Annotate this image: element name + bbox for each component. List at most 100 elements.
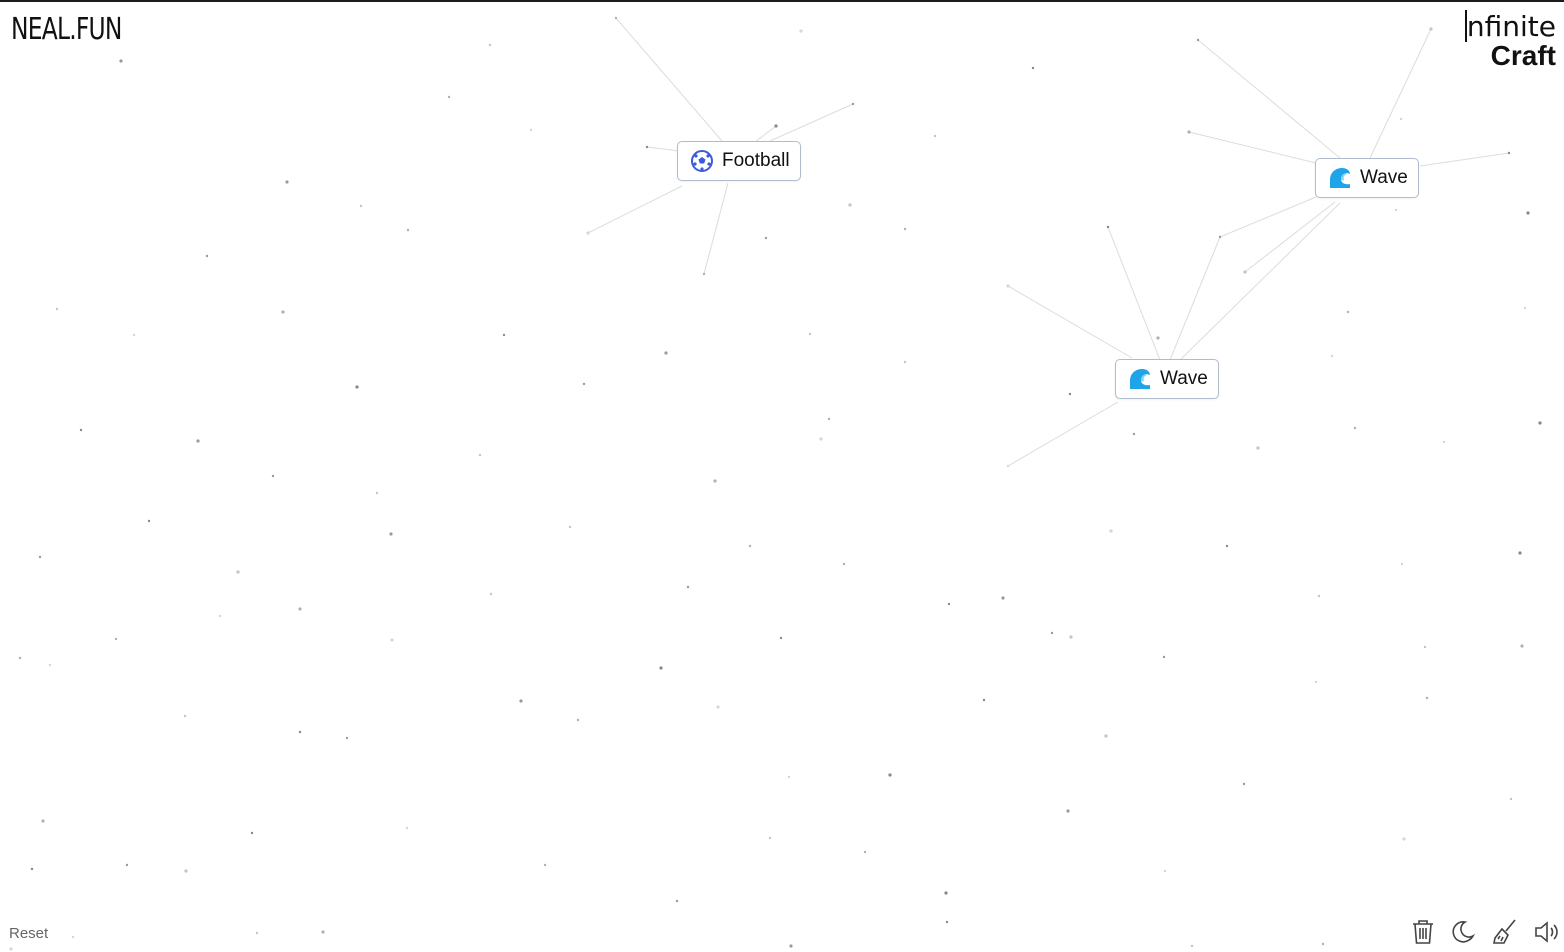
- particle-dot: [819, 437, 823, 441]
- particle-dot: [1429, 27, 1433, 31]
- particle-dot: [1330, 354, 1334, 358]
- particle-dot: [271, 474, 275, 478]
- particle-dot: [768, 836, 772, 840]
- particle-dot: [686, 585, 690, 589]
- particle-dot: [502, 333, 506, 337]
- particle-dot: [1006, 464, 1010, 468]
- particle-dot: [183, 714, 187, 718]
- neal-fun-logo[interactable]: NEAL.FUN: [11, 12, 122, 47]
- particle-dot: [250, 831, 254, 835]
- particle-dot: [1243, 270, 1247, 274]
- infinite-craft-logo: nfinite Craft: [1464, 10, 1556, 71]
- particle-dot: [944, 891, 948, 895]
- craft-item-label: Football: [722, 150, 790, 171]
- particle-dot: [489, 592, 493, 596]
- speaker-icon[interactable]: [1533, 918, 1559, 946]
- particle-dot: [774, 124, 778, 128]
- particle-dot: [1069, 635, 1073, 639]
- particle-dot: [789, 944, 793, 948]
- craft-item-football[interactable]: Football: [677, 141, 801, 181]
- particle-dot: [799, 29, 803, 33]
- particle-dot: [79, 428, 83, 432]
- craft-item-label: Wave: [1360, 167, 1408, 188]
- particle-dot: [903, 227, 907, 231]
- particle-dot: [1346, 310, 1350, 314]
- particle-dot: [1423, 645, 1427, 649]
- particle-dot: [1050, 631, 1054, 635]
- particle-dot: [390, 638, 394, 642]
- particle-dot: [863, 850, 867, 854]
- particle-dot: [716, 705, 720, 709]
- particle-dot: [1196, 38, 1200, 42]
- particle-dot: [1132, 432, 1136, 436]
- particle-dot: [1353, 426, 1357, 430]
- particle-dot: [748, 544, 752, 548]
- particle-dot: [945, 920, 949, 924]
- particle-dot: [9, 947, 13, 951]
- particle-dot: [125, 863, 129, 867]
- particle-dot: [903, 360, 907, 364]
- logo-line-2: Craft: [1490, 40, 1556, 71]
- particle-dot: [713, 479, 717, 483]
- soccer-ball-icon: [690, 149, 714, 173]
- particle-dot: [1225, 544, 1229, 548]
- particle-dot: [1526, 211, 1530, 215]
- particle-dot: [30, 867, 34, 871]
- particle-dot: [281, 310, 285, 314]
- craft-item-wave[interactable]: Wave: [1315, 158, 1419, 198]
- particle-dot: [355, 385, 359, 389]
- particle-dot: [236, 570, 240, 574]
- particle-dot: [645, 145, 649, 149]
- particle-dot: [1523, 306, 1527, 310]
- particle-dot: [447, 95, 451, 99]
- particle-dot: [808, 332, 812, 336]
- particle-dot: [1518, 551, 1522, 555]
- particle-dot: [1538, 421, 1542, 425]
- particle-dot: [576, 718, 580, 722]
- particle-dot: [664, 351, 668, 355]
- craft-item-label: Wave: [1160, 368, 1208, 389]
- particle-dot: [1394, 208, 1398, 212]
- particle-dot: [1104, 734, 1108, 738]
- particle-dot: [41, 819, 45, 823]
- particle-dot: [582, 382, 586, 386]
- particle-dot: [298, 607, 302, 611]
- trash-icon[interactable]: [1410, 918, 1436, 946]
- particle-dot: [1218, 235, 1222, 239]
- particle-dot: [1520, 644, 1524, 648]
- particle-dot: [1001, 596, 1005, 600]
- particle-dot: [947, 602, 951, 606]
- particle-dot: [1509, 797, 1513, 801]
- particle-dot: [389, 532, 393, 536]
- particle-dot: [375, 491, 379, 495]
- particle-dot: [787, 775, 791, 779]
- particle-dot: [1109, 529, 1113, 533]
- particle-dot: [529, 128, 533, 132]
- particle-dot: [405, 826, 409, 830]
- particle-dot: [702, 272, 706, 276]
- particle-dot: [488, 43, 492, 47]
- reset-button[interactable]: Reset: [9, 925, 48, 942]
- particle-dot: [1402, 837, 1406, 841]
- particle-dot: [218, 614, 222, 618]
- particle-dot: [848, 203, 852, 207]
- particle-dot: [255, 931, 259, 935]
- particle-dot: [851, 102, 855, 106]
- particle-dot: [1256, 446, 1260, 450]
- particle-dot: [1162, 655, 1166, 659]
- craft-item-wave[interactable]: Wave: [1115, 359, 1219, 399]
- particle-dot: [114, 637, 118, 641]
- particle-dot: [184, 869, 188, 873]
- particle-dot: [543, 863, 547, 867]
- particle-dot: [842, 562, 846, 566]
- particle-dot: [1156, 336, 1160, 340]
- particle-dot: [568, 525, 572, 529]
- particle-dot: [1425, 696, 1429, 700]
- particle-dot: [478, 453, 482, 457]
- particle-dot: [1068, 392, 1072, 396]
- moon-icon[interactable]: [1451, 918, 1477, 946]
- broom-icon[interactable]: [1492, 918, 1518, 946]
- particle-dot: [55, 307, 59, 311]
- particle-dot: [1442, 440, 1446, 444]
- particle-dot: [205, 254, 209, 258]
